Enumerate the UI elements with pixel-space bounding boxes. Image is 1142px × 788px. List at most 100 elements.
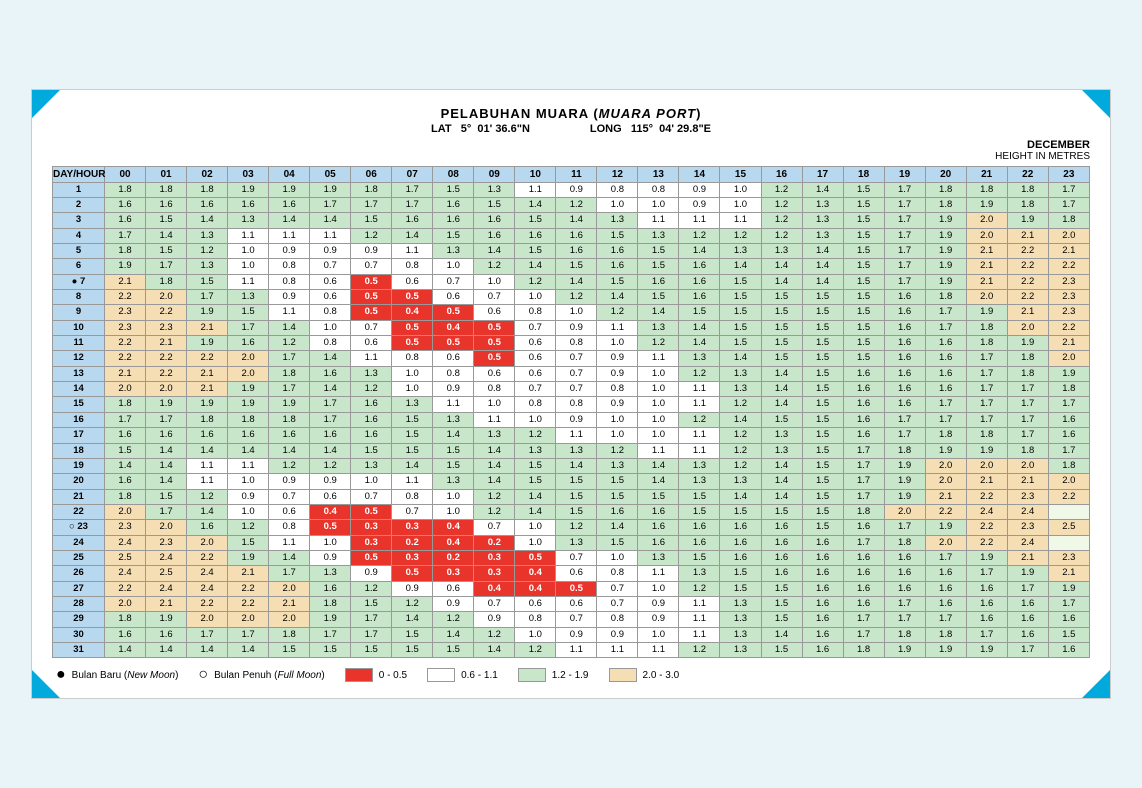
cell-day22-hour4: 0.6 (269, 504, 310, 519)
cell-day7-hour14: 1.6 (679, 274, 720, 289)
cell-day7-hour4: 0.8 (269, 274, 310, 289)
cell-day13-hour0: 2.1 (105, 366, 146, 381)
cell-day3-hour0: 1.6 (105, 213, 146, 228)
cell-day25-hour7: 0.3 (392, 550, 433, 565)
cell-day20-hour20: 2.0 (925, 474, 966, 489)
cell-day24-hour5: 1.0 (310, 535, 351, 550)
cell-day1-hour0: 1.8 (105, 182, 146, 197)
cell-day3-hour11: 1.4 (556, 213, 597, 228)
cell-day3-hour23: 1.8 (1048, 213, 1089, 228)
cell-day24-hour8: 0.4 (433, 535, 474, 550)
cell-day30-hour11: 0.9 (556, 627, 597, 642)
cell-day31-hour1: 1.4 (146, 642, 187, 657)
table-body: 11.81.81.81.91.91.91.81.71.51.31.10.90.8… (53, 182, 1090, 658)
cell-day7-hour6: 0.5 (351, 274, 392, 289)
cell-day23-hour5: 0.5 (310, 520, 351, 535)
cell-day13-hour23: 1.9 (1048, 366, 1089, 381)
cell-day20-hour19: 1.9 (884, 474, 925, 489)
cell-day22-hour21: 2.4 (966, 504, 1007, 519)
day-6-cell: 6 (53, 259, 105, 274)
cell-day15-hour6: 1.6 (351, 397, 392, 412)
cell-day4-hour5: 1.1 (310, 228, 351, 243)
cell-day5-hour0: 1.8 (105, 244, 146, 259)
cell-day17-hour16: 1.3 (761, 428, 802, 443)
cell-day13-hour9: 0.6 (474, 366, 515, 381)
day-15-cell: 15 (53, 397, 105, 412)
cell-day11-hour8: 0.5 (433, 336, 474, 351)
cell-day4-hour21: 2.0 (966, 228, 1007, 243)
cell-day21-hour13: 1.5 (638, 489, 679, 504)
cell-day28-hour21: 1.6 (966, 596, 1007, 611)
cell-day28-hour11: 0.6 (556, 596, 597, 611)
cell-day9-hour22: 2.1 (1007, 305, 1048, 320)
cell-day31-hour9: 1.4 (474, 642, 515, 657)
cell-day25-hour19: 1.6 (884, 550, 925, 565)
cell-day22-hour20: 2.2 (925, 504, 966, 519)
cell-day21-hour9: 1.2 (474, 489, 515, 504)
cell-day16-hour14: 1.2 (679, 412, 720, 427)
cell-day30-hour13: 1.0 (638, 627, 679, 642)
cell-day16-hour0: 1.7 (105, 412, 146, 427)
cell-day18-hour1: 1.4 (146, 443, 187, 458)
cell-day25-hour18: 1.6 (843, 550, 884, 565)
cell-day5-hour9: 1.4 (474, 244, 515, 259)
legend-white: 0.6 - 1.1 (427, 668, 498, 682)
cell-day28-hour12: 0.7 (597, 596, 638, 611)
cell-day8-hour17: 1.5 (802, 290, 843, 305)
cell-day17-hour14: 1.1 (679, 428, 720, 443)
cell-day12-hour0: 2.2 (105, 351, 146, 366)
cell-day17-hour8: 1.4 (433, 428, 474, 443)
cell-day13-hour17: 1.5 (802, 366, 843, 381)
cell-day9-hour9: 0.6 (474, 305, 515, 320)
cell-day27-hour18: 1.6 (843, 581, 884, 596)
day-13-cell: 13 (53, 366, 105, 381)
cell-day6-hour12: 1.6 (597, 259, 638, 274)
hour-20-header: 20 (925, 166, 966, 182)
cell-day26-hour6: 0.9 (351, 566, 392, 581)
cell-day18-hour15: 1.2 (720, 443, 761, 458)
corner-br-decoration (1082, 670, 1110, 698)
cell-day22-hour9: 1.2 (474, 504, 515, 519)
cell-day29-hour3: 2.0 (228, 612, 269, 627)
cell-day3-hour10: 1.5 (515, 213, 556, 228)
cell-day14-hour5: 1.4 (310, 382, 351, 397)
cell-day26-hour21: 1.7 (966, 566, 1007, 581)
hour-23-header: 23 (1048, 166, 1089, 182)
header-row: DAY/HOUR00010203040506070809101112131415… (53, 166, 1090, 182)
cell-day6-hour1: 1.7 (146, 259, 187, 274)
cell-day5-hour19: 1.7 (884, 244, 925, 259)
tide-table: DAY/HOUR00010203040506070809101112131415… (52, 166, 1090, 659)
cell-day18-hour17: 1.5 (802, 443, 843, 458)
cell-day18-hour13: 1.1 (638, 443, 679, 458)
table-row: 142.02.02.11.91.71.41.21.00.90.80.70.70.… (53, 382, 1090, 397)
cell-day27-hour11: 0.5 (556, 581, 597, 596)
cell-day1-hour20: 1.8 (925, 182, 966, 197)
cell-day30-hour21: 1.7 (966, 627, 1007, 642)
cell-day3-hour6: 1.5 (351, 213, 392, 228)
cell-day29-hour23: 1.6 (1048, 612, 1089, 627)
main-page: PELABUHAN MUARA (MUARA PORT) LAT 5° 01' … (31, 89, 1111, 700)
cell-day4-hour6: 1.2 (351, 228, 392, 243)
hour-16-header: 16 (761, 166, 802, 182)
cell-day15-hour13: 1.0 (638, 397, 679, 412)
cell-day23-hour17: 1.5 (802, 520, 843, 535)
cell-day28-hour4: 2.1 (269, 596, 310, 611)
cell-day29-hour17: 1.6 (802, 612, 843, 627)
cell-day7-hour8: 0.7 (433, 274, 474, 289)
cell-day22-hour2: 1.4 (187, 504, 228, 519)
cell-day1-hour7: 1.7 (392, 182, 433, 197)
cell-day11-hour21: 1.8 (966, 336, 1007, 351)
cell-day26-hour19: 1.6 (884, 566, 925, 581)
cell-day14-hour0: 2.0 (105, 382, 146, 397)
cell-day30-hour23: 1.5 (1048, 627, 1089, 642)
cell-day12-hour5: 1.4 (310, 351, 351, 366)
table-row: 191.41.41.11.11.21.21.31.41.51.41.51.41.… (53, 458, 1090, 473)
cell-day15-hour16: 1.4 (761, 397, 802, 412)
cell-day3-hour5: 1.4 (310, 213, 351, 228)
legend-green-box (518, 668, 546, 682)
cell-day9-hour21: 1.9 (966, 305, 1007, 320)
cell-day4-hour13: 1.3 (638, 228, 679, 243)
cell-day14-hour23: 1.8 (1048, 382, 1089, 397)
hour-09-header: 09 (474, 166, 515, 182)
cell-day12-hour1: 2.2 (146, 351, 187, 366)
